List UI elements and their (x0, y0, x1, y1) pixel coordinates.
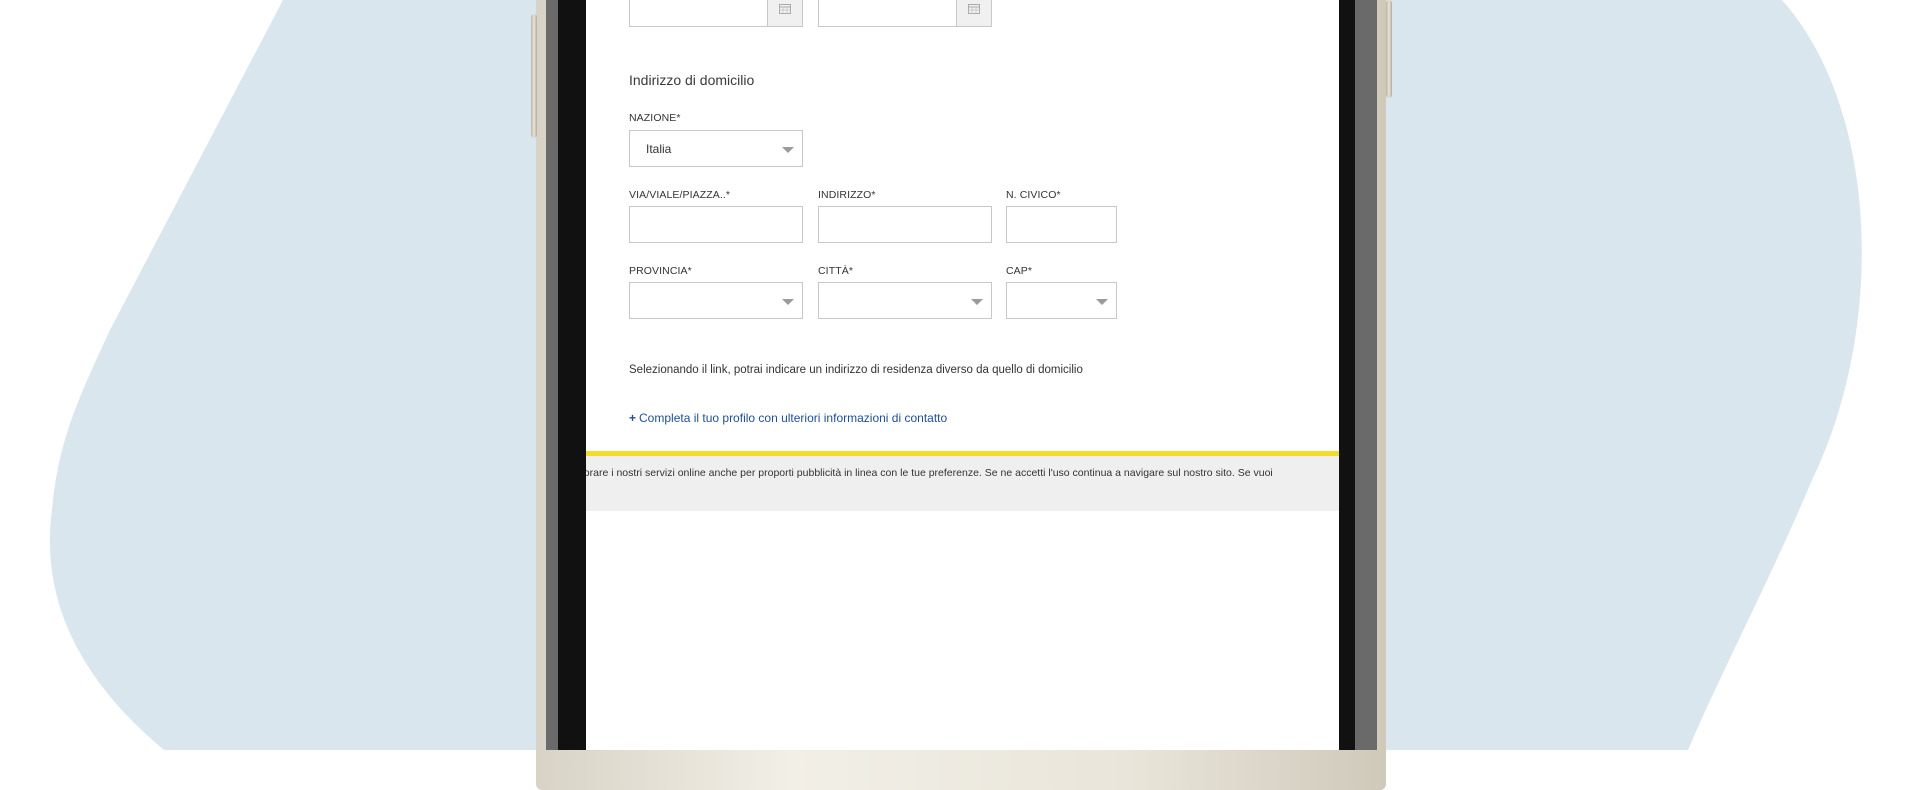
phone-bezel-left (546, 0, 558, 750)
indirizzo-label: INDIRIZZO* (818, 189, 876, 201)
cookie-banner: ano a migliorare i nostri servizi online… (586, 451, 1339, 511)
calendar-icon (968, 4, 980, 14)
cap-label: CAP* (1006, 265, 1033, 277)
chevron-down-icon (1096, 299, 1108, 305)
indirizzo-input[interactable] (818, 206, 992, 243)
phone-side-button (531, 14, 537, 138)
phone-side-button (1386, 0, 1392, 98)
plus-icon: + (629, 411, 637, 425)
provincia-select[interactable] (629, 282, 803, 319)
provincia-label: PROVINCIA* (629, 265, 692, 277)
citta-select[interactable] (818, 282, 992, 319)
phone-bezel-left-inner (558, 0, 586, 750)
complete-profile-link[interactable]: + Completa il tuo profilo con ulteriori i… (629, 411, 947, 425)
via-label: VIA/VIALE/PIAZZA..* (629, 189, 731, 201)
phone-bezel-right (1355, 0, 1377, 750)
nazione-value: Italia (646, 142, 672, 156)
civico-label: N. CIVICO* (1006, 189, 1061, 201)
date-field-1[interactable] (629, 0, 803, 27)
cap-select[interactable] (1006, 282, 1117, 319)
citta-label: CITTÀ* (818, 265, 854, 277)
phone-screen: Indirizzo di domicilio NAZIONE* Italia V… (586, 0, 1339, 750)
civico-input[interactable] (1006, 206, 1117, 243)
cookie-banner-text: ano a migliorare i nostri servizi online… (586, 467, 1273, 479)
calendar-button[interactable] (767, 0, 802, 26)
complete-profile-link-text: Completa il tuo profilo con ulteriori in… (639, 411, 948, 425)
chevron-down-icon (782, 299, 794, 305)
chevron-down-icon (971, 299, 983, 305)
nazione-label: NAZIONE* (629, 112, 681, 124)
chevron-down-icon (782, 147, 794, 153)
via-input[interactable] (629, 206, 803, 243)
phone-bezel-right-inner (1339, 0, 1355, 750)
calendar-icon (779, 4, 791, 14)
date-field-2[interactable] (818, 0, 992, 27)
residence-info-text: Selezionando il link, potrai indicare un… (629, 364, 1083, 376)
section-title-domicilio: Indirizzo di domicilio (629, 72, 755, 88)
nazione-select[interactable]: Italia (629, 130, 803, 167)
calendar-button[interactable] (956, 0, 991, 26)
